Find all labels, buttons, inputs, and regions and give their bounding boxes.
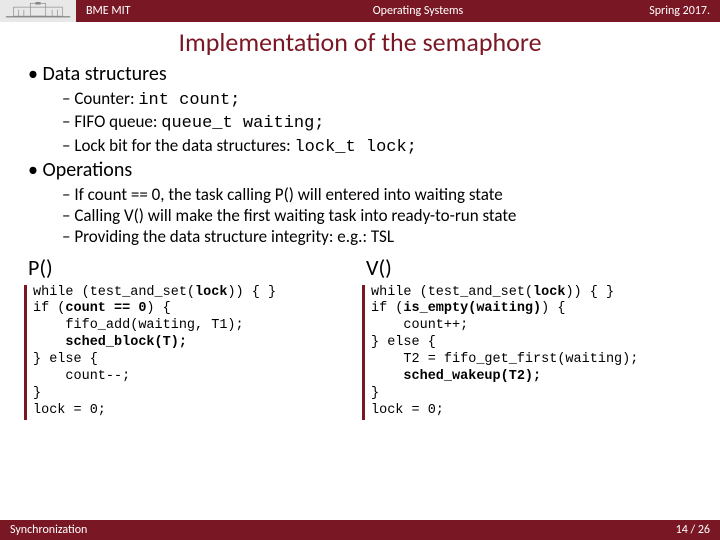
header-bar: BME MIT Operating Systems Spring 2017. [0, 0, 720, 22]
v-column: V() while (test_and_set(lock)) { } if (i… [360, 254, 698, 420]
footer-left: Synchronization [10, 523, 87, 537]
bullet-op3: Providing the data structure integrity: … [62, 226, 698, 247]
v-title: V() [366, 254, 690, 281]
v-code: while (test_and_set(lock)) { } if (is_em… [362, 285, 690, 420]
footer-bar: Synchronization 14 / 26 [0, 520, 720, 540]
slide-content: Data structures Counter: int count; FIFO… [0, 62, 720, 420]
p-code: while (test_and_set(lock)) { } if (count… [24, 285, 352, 420]
header-left-text: BME MIT [86, 4, 131, 18]
header-right: Spring 2017. [590, 0, 720, 22]
header-mid: Operating Systems [246, 0, 590, 22]
bullet-lock: Lock bit for the data structures: lock_t… [62, 135, 698, 158]
bullet-op2: Calling V() will make the first waiting … [62, 205, 698, 226]
bullet-data-structures: Data structures [28, 62, 698, 86]
header-left: BME MIT [76, 0, 246, 22]
slide-title: Implementation of the semaphore [0, 26, 720, 58]
header-right-text: Spring 2017. [649, 4, 710, 18]
header-mid-text: Operating Systems [373, 4, 464, 18]
p-column: P() while (test_and_set(lock)) { } if (c… [22, 254, 360, 420]
bullet-fifo: FIFO queue: queue_t waiting; [62, 111, 698, 134]
p-title: P() [28, 254, 352, 281]
bullet-operations: Operations [28, 158, 698, 182]
bullet-op1: If count == 0, the task calling P() will… [62, 184, 698, 205]
university-logo [0, 0, 76, 22]
bullet-counter: Counter: int count; [62, 88, 698, 111]
code-columns: P() while (test_and_set(lock)) { } if (c… [22, 254, 698, 420]
footer-right: 14 / 26 [676, 523, 710, 537]
